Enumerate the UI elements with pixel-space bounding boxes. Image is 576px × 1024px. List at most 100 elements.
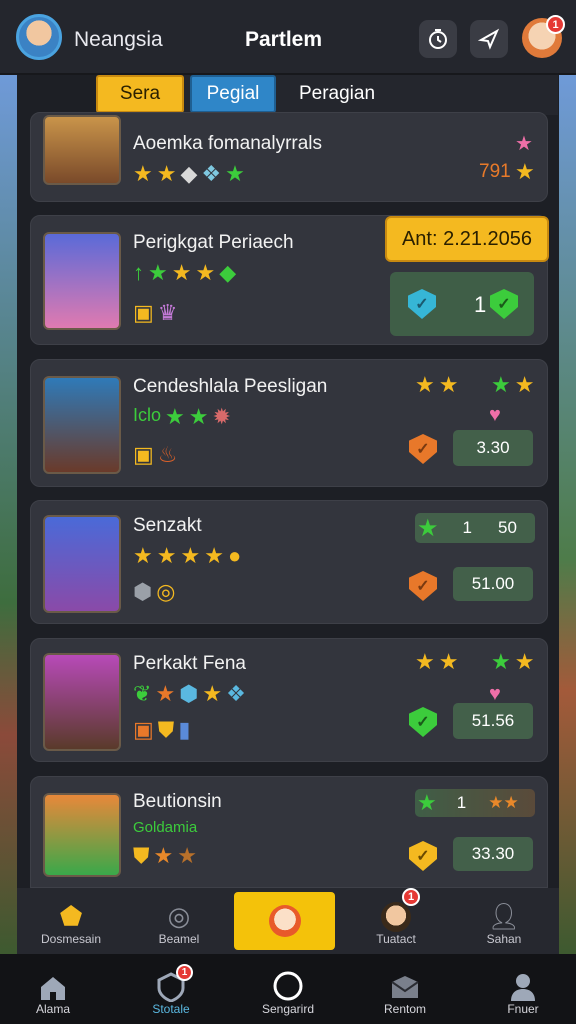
item-icons: ▣ ♨ [133,444,178,466]
cube-icon: ❖ [201,161,222,186]
shield-icon: ✓ [409,707,437,737]
tab-label: Pegial [206,83,260,104]
star-rating: Iclo ★ ★ ✹ [133,406,231,428]
list-item[interactable]: Aoemka fomanalyrrals ★ ★ ◆ ❖ ★ ★ 791 ★ [30,112,548,202]
star-icon: ★ [415,649,435,674]
star-icon: ★ [171,260,192,285]
star-icon: ★ [155,681,176,706]
star-rating: ★ ★ ◆ ❖ ★ [133,163,245,185]
item-icons: ⬢ ◎ [133,581,175,603]
category-tabs: ⬟ Dosmesain ◎ Beamel Tuatact 1 👤︎ Sahan [17,888,559,954]
timer-button[interactable] [419,20,457,58]
star-icon: ★ [133,543,153,568]
star-icon: ★★ [488,793,519,812]
nav-alama[interactable]: Alama [0,954,106,1024]
home-icon [41,977,65,1000]
nav-label: Fnuer [507,1002,539,1016]
list-item[interactable]: Senzakt ★ ★ ★ ★ ● ⬢ ◎ ★ 1 50 ✓ 51.00 [30,500,548,624]
list-item[interactable]: Perkakt Fena ❦ ★ ⬢ ★ ❖ ▣ ⛊ ▮ ★ ★ ★ ★ ♥ ✓ 51.56 [30,638,548,762]
top-bar: Neangsia Partlem 1 [0,0,576,75]
notification-badge: 1 [176,964,193,981]
hero-portrait [43,515,121,613]
item-icons: ▣ ♛ [133,302,178,324]
nav-label: Alama [35,1002,70,1016]
tab-sera[interactable]: Sera [96,75,184,113]
item-name: Cendeshlala Peesligan [133,376,328,397]
avatar-icon [381,902,411,932]
tab-label: Sera [119,83,161,104]
star-icon: ★ [156,543,177,568]
star-rating: ★ ★ ★ ★ ● [133,545,241,567]
timer-icon [429,29,447,49]
count-value: 1 [474,292,487,317]
chest-icon: ▣ [133,717,154,742]
tab-beamel[interactable]: ◎ Beamel [125,888,233,954]
nav-label: Sengarird [261,1002,315,1016]
notification-badge: 1 [546,15,565,34]
nav-stotale[interactable]: Stotale [118,954,224,1024]
item-name: Beutionsin [133,791,222,812]
shield-small-icon: ⛊ [133,843,150,868]
star-icon: ★ [514,649,535,674]
nav-sengarird[interactable]: Sengarird [235,954,341,1024]
tab-pegial[interactable]: Pegial [190,75,276,113]
hero-portrait [43,115,121,185]
username: Neangsia [74,28,163,51]
star-icon: ★ [225,161,245,186]
chest-icon: ▣ [133,442,154,467]
item-name: Aoemka fomanalyrrals [133,133,323,154]
circle-icon [273,971,303,1001]
shield-icon: ✓ [409,571,437,601]
item-subtitle: Goldamia [133,819,198,836]
star-icon: ★ [515,159,535,184]
home-icon: ⬟ [59,901,83,931]
value-pill: 51.56 [453,703,533,739]
item-name: Senzakt [133,515,202,536]
star-icon: ★ [515,133,533,155]
value-pill: 3.30 [453,430,533,466]
star-icon: ★ [202,681,223,706]
item-icons: ▣ ⛊ ▮ [133,719,190,741]
tab-tuatact[interactable]: Tuatact [342,888,450,954]
share-button[interactable] [470,20,508,58]
coin-icon: ◎ [156,579,176,604]
star-rating: ↑ ★ ★ ★ ◆ [133,262,236,284]
send-icon [478,28,500,50]
card-icon: ▮ [178,717,191,742]
item-icons: ⛊ ★ ★ [133,845,197,867]
stat-a: 1 [462,518,472,537]
shield-icon: ✓ [408,289,436,319]
person-icon: 👤︎ [487,901,521,931]
tab-label: Peragian [298,83,376,104]
shield-small-icon: ⛊ [157,717,175,742]
gem-icon: ◆ [180,161,198,186]
leaf-icon: ❦ [133,681,152,706]
player-avatar[interactable] [16,14,62,60]
item-name: Perkakt Fena [133,653,246,674]
tab-peragian[interactable]: Peragian [282,75,392,113]
crown-icon: ♛ [157,300,178,325]
stat-pill: ★ 1 50 [415,513,535,543]
list-item[interactable]: Perigkgat Periaech ↑ ★ ★ ★ ◆ ▣ ♛ Ant: 2.21.20… [30,215,549,345]
hero-portrait [43,653,121,751]
shield-icon: ✓ [409,434,437,464]
star-icon: ★ [204,543,224,568]
list-item[interactable]: Cendeshlala Peesligan Iclo ★ ★ ✹ ▣ ♨ ★ ★ ★ ★ ♥… [30,359,548,487]
tab-sahan[interactable]: 👤︎ Sahan [450,888,558,954]
hero-portrait [43,376,121,474]
tab-center[interactable] [234,892,335,950]
background-right [556,75,576,955]
tag-label: Iclo [133,405,162,425]
nav-fnuer[interactable]: Fnuer [470,954,576,1024]
star-icon: ★ [188,404,209,429]
star-icon: ★ [153,843,174,868]
star-icon: ★ [195,260,216,285]
nav-rentom[interactable]: Rentom [352,954,458,1024]
score-value: 791 [479,161,511,182]
count-box[interactable]: ✓ 1 ✓ [390,272,534,336]
list-item[interactable]: Beutionsin Goldamia ⛊ ★ ★ ★ 1 ★★ ✓ 33.30 [30,776,548,888]
bottom-nav: Alama Stotale 1 Sengarird Rentom Fnuer [0,954,576,1024]
heart-icon: ♥ [489,404,501,426]
barrel-icon: ⬢ [133,579,153,604]
tab-dosmesain[interactable]: ⬟ Dosmesain [17,888,125,954]
